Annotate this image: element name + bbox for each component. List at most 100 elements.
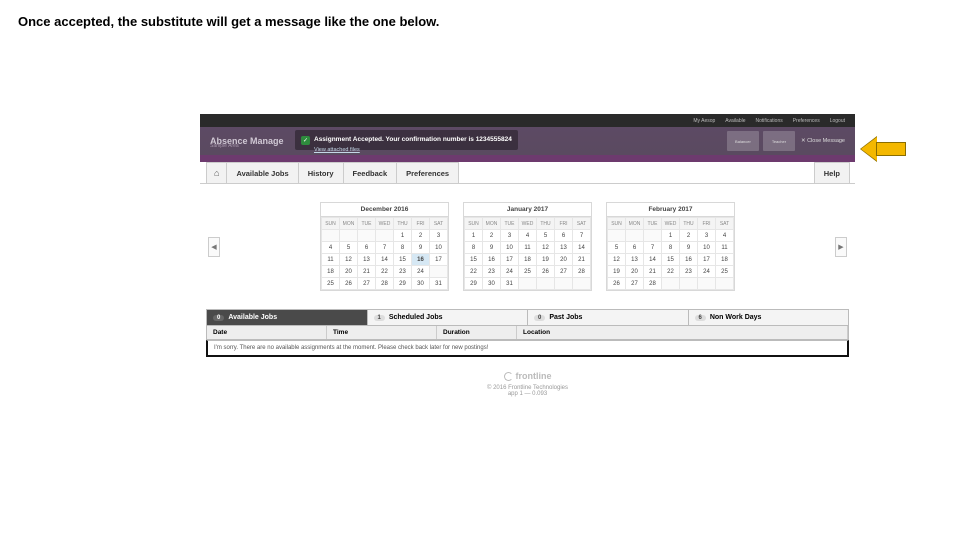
tab-help[interactable]: Help: [814, 162, 850, 183]
calendar-day[interactable]: 6: [358, 242, 376, 254]
topbar-item[interactable]: Preferences: [793, 118, 820, 124]
calendar-day[interactable]: 1: [394, 230, 412, 242]
calendar-day[interactable]: 7: [376, 242, 394, 254]
calendar-day[interactable]: 30: [412, 278, 430, 290]
calendar-day[interactable]: 12: [608, 254, 626, 266]
calendar-day[interactable]: 27: [626, 278, 644, 290]
calendar-next-button[interactable]: ▶: [835, 237, 847, 257]
calendar-day[interactable]: 20: [555, 254, 573, 266]
calendar-day[interactable]: 12: [537, 242, 555, 254]
calendar-day[interactable]: 25: [322, 278, 340, 290]
calendar-day[interactable]: 3: [501, 230, 519, 242]
calendar-day[interactable]: 24: [501, 266, 519, 278]
calendar-day[interactable]: 18: [322, 266, 340, 278]
tab-history[interactable]: History: [298, 162, 344, 183]
calendar-day[interactable]: 3: [698, 230, 716, 242]
calendar-day[interactable]: 18: [519, 254, 537, 266]
calendar-day[interactable]: 6: [555, 230, 573, 242]
calendar-day[interactable]: 24: [412, 266, 430, 278]
calendar-day[interactable]: 28: [644, 278, 662, 290]
calendar-day[interactable]: 23: [394, 266, 412, 278]
calendar-day[interactable]: 27: [358, 278, 376, 290]
calendar-day[interactable]: 16: [483, 254, 501, 266]
topbar-item[interactable]: Available: [725, 118, 745, 124]
calendar-day[interactable]: 16: [412, 254, 430, 266]
calendar-day[interactable]: 15: [465, 254, 483, 266]
calendar-day[interactable]: 16: [680, 254, 698, 266]
calendar-day[interactable]: 15: [394, 254, 412, 266]
calendar-day[interactable]: 10: [698, 242, 716, 254]
calendar-day[interactable]: 9: [680, 242, 698, 254]
calendar-day[interactable]: 13: [626, 254, 644, 266]
calendar-day[interactable]: 26: [340, 278, 358, 290]
calendar-day[interactable]: 5: [340, 242, 358, 254]
calendar-day[interactable]: 8: [394, 242, 412, 254]
calendar-day[interactable]: 8: [662, 242, 680, 254]
calendar-day[interactable]: 18: [716, 254, 734, 266]
calendar-day[interactable]: 27: [555, 266, 573, 278]
calendar-day[interactable]: 15: [662, 254, 680, 266]
calendar-day[interactable]: 13: [555, 242, 573, 254]
tab-preferences[interactable]: Preferences: [396, 162, 459, 183]
calendar-day[interactable]: 4: [716, 230, 734, 242]
tab-feedback[interactable]: Feedback: [343, 162, 398, 183]
calendar-day[interactable]: 20: [626, 266, 644, 278]
calendar-day[interactable]: 10: [501, 242, 519, 254]
calendar-day[interactable]: 26: [608, 278, 626, 290]
calendar-day[interactable]: 29: [465, 278, 483, 290]
tab-home[interactable]: ⌂: [206, 162, 227, 183]
calendar-day[interactable]: 7: [644, 242, 662, 254]
calendar-day[interactable]: 19: [608, 266, 626, 278]
calendar-day[interactable]: 11: [519, 242, 537, 254]
calendar-day[interactable]: 2: [483, 230, 501, 242]
calendar-day[interactable]: 19: [537, 254, 555, 266]
calendar-day[interactable]: 11: [716, 242, 734, 254]
calendar-day[interactable]: 17: [501, 254, 519, 266]
calendar-day[interactable]: 30: [483, 278, 501, 290]
calendar-day[interactable]: 12: [340, 254, 358, 266]
calendar-day[interactable]: 4: [322, 242, 340, 254]
calendar-day[interactable]: 1: [465, 230, 483, 242]
calendar-day[interactable]: 26: [537, 266, 555, 278]
calendar-day[interactable]: 1: [662, 230, 680, 242]
promo-card[interactable]: Teacher: [763, 131, 795, 151]
calendar-day[interactable]: 10: [430, 242, 448, 254]
calendar-day[interactable]: 13: [358, 254, 376, 266]
calendar-day[interactable]: 22: [465, 266, 483, 278]
calendar-day[interactable]: 14: [644, 254, 662, 266]
calendar-day[interactable]: 8: [465, 242, 483, 254]
calendar-day[interactable]: 28: [573, 266, 591, 278]
calendar-day[interactable]: 21: [644, 266, 662, 278]
topbar-item[interactable]: My Aesop: [693, 118, 715, 124]
job-tab-nonwork[interactable]: 6 Non Work Days: [689, 310, 849, 325]
calendar-day[interactable]: 5: [608, 242, 626, 254]
calendar-day[interactable]: 31: [430, 278, 448, 290]
calendar-day[interactable]: 25: [716, 266, 734, 278]
calendar-day[interactable]: 2: [412, 230, 430, 242]
close-message-button[interactable]: ✕ Close Message: [801, 138, 845, 144]
view-files-link[interactable]: View attached files: [314, 147, 512, 153]
promo-card[interactable]: Balancer: [727, 131, 759, 151]
calendar-day[interactable]: 23: [483, 266, 501, 278]
calendar-day[interactable]: 21: [573, 254, 591, 266]
job-tab-past[interactable]: 0 Past Jobs: [528, 310, 689, 325]
calendar-day[interactable]: 6: [626, 242, 644, 254]
calendar-day[interactable]: 21: [358, 266, 376, 278]
calendar-day[interactable]: 17: [698, 254, 716, 266]
calendar-day[interactable]: 20: [340, 266, 358, 278]
calendar-day[interactable]: 4: [519, 230, 537, 242]
calendar-day[interactable]: 2: [680, 230, 698, 242]
calendar-day[interactable]: 25: [519, 266, 537, 278]
tab-available-jobs[interactable]: Available Jobs: [226, 162, 298, 183]
calendar-day[interactable]: 14: [376, 254, 394, 266]
job-tab-scheduled[interactable]: 1 Scheduled Jobs: [368, 310, 529, 325]
calendar-day[interactable]: 24: [698, 266, 716, 278]
calendar-day[interactable]: 23: [680, 266, 698, 278]
calendar-day[interactable]: 22: [376, 266, 394, 278]
calendar-day[interactable]: 17: [430, 254, 448, 266]
topbar-item[interactable]: Notifications: [756, 118, 783, 124]
calendar-day[interactable]: 3: [430, 230, 448, 242]
calendar-day[interactable]: 31: [501, 278, 519, 290]
calendar-day[interactable]: 28: [376, 278, 394, 290]
calendar-day[interactable]: 14: [573, 242, 591, 254]
